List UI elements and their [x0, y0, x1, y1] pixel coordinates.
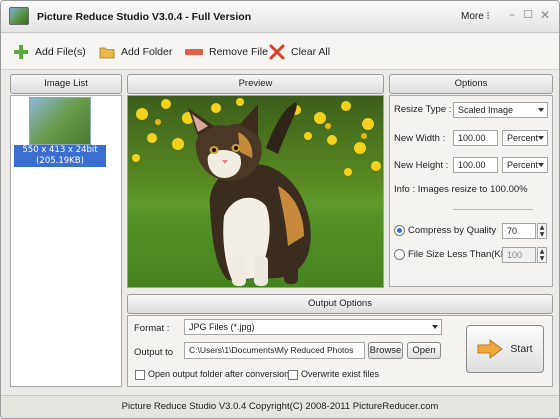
image-thumbnail[interactable] [29, 97, 91, 145]
chevron-down-icon [432, 325, 438, 329]
quality-input[interactable]: 70 [502, 223, 536, 239]
new-height-unit-select[interactable]: Percent [502, 157, 548, 173]
resize-info-text: Info : Images resize to 100.00% [394, 184, 528, 195]
options-header: Options [389, 74, 553, 94]
maximize-icon[interactable]: ☐ [522, 9, 534, 21]
list-item-size: (205.19KB) view4bbb... [35, 156, 85, 177]
overwrite-checkbox[interactable] [288, 370, 298, 380]
remove-file-button[interactable]: Remove File [185, 43, 268, 61]
output-path-input[interactable]: C:\Users\1\Documents\My Reduced Photos [184, 342, 365, 359]
output-options-header: Output Options [127, 294, 553, 314]
resize-type-label: Resize Type : [394, 104, 452, 115]
new-width-unit-select[interactable]: Percent [502, 130, 548, 146]
close-icon[interactable]: ✕ [539, 9, 551, 21]
remove-bar-icon [185, 44, 203, 60]
new-width-input[interactable]: 100.00 [453, 130, 498, 146]
stepper-up-icon[interactable]: ▲ [538, 248, 546, 255]
plus-icon [13, 44, 29, 60]
add-folder-label: Add Folder [121, 46, 173, 58]
folder-icon [99, 44, 115, 60]
chevron-down-icon [538, 136, 544, 140]
app-window: Picture Reduce Studio V3.0.4 - Full Vers… [0, 0, 560, 419]
new-height-label: New Height : [394, 160, 449, 171]
output-to-label: Output to [134, 347, 174, 358]
list-item[interactable]: 550 x 413 x 24bit (205.19KB) view4bbb... [14, 145, 106, 177]
file-size-radio[interactable] [394, 249, 405, 260]
compress-quality-radio[interactable] [394, 225, 405, 236]
add-files-button[interactable]: Add File(s) [13, 43, 86, 61]
chevron-down-icon [538, 108, 544, 112]
toolbar: Add File(s) Add Folder Remove File Clear… [1, 34, 559, 70]
open-button[interactable]: Open [407, 342, 441, 359]
stepper-down-icon[interactable]: ▼ [538, 231, 546, 238]
overwrite-label: Overwrite exist files [301, 369, 380, 379]
browse-button[interactable]: Browse [368, 342, 403, 359]
open-folder-checkbox[interactable] [135, 370, 145, 380]
image-list-header: Image List [10, 74, 122, 94]
start-label: Start [510, 343, 533, 355]
format-select[interactable]: JPG Files (*.jpg) [184, 319, 442, 335]
new-height-input[interactable]: 100.00 [453, 157, 498, 173]
new-width-unit-value: Percent [507, 133, 539, 143]
preview-image [127, 95, 384, 288]
quality-stepper[interactable]: ▲ ▼ [537, 223, 547, 239]
app-logo-icon [9, 7, 29, 25]
add-files-label: Add File(s) [35, 46, 86, 58]
preview-header: Preview [127, 74, 384, 94]
format-value: JPG Files (*.jpg) [189, 322, 255, 332]
divider [453, 209, 533, 210]
clear-all-label: Clear All [291, 46, 331, 58]
window-title: Picture Reduce Studio V3.0.4 - Full Vers… [37, 11, 252, 23]
resize-type-value: Scaled Image [458, 105, 514, 115]
compress-quality-label: Compress by Quality [408, 225, 497, 236]
format-label: Format : [134, 323, 170, 334]
more-menu-button[interactable]: More ⁝ [461, 11, 490, 22]
minimize-icon[interactable]: – [506, 9, 518, 21]
resize-type-select[interactable]: Scaled Image [453, 102, 548, 118]
new-width-label: New Width : [394, 133, 446, 144]
stepper-down-icon[interactable]: ▼ [538, 255, 546, 262]
chevron-down-icon [538, 163, 544, 167]
start-button[interactable]: Start [466, 325, 544, 373]
status-bar: Picture Reduce Studio V3.0.4 Copyright(C… [1, 395, 559, 418]
new-height-unit-value: Percent [507, 160, 539, 170]
open-folder-label: Open output folder after conversion [148, 369, 290, 379]
x-icon [269, 44, 285, 60]
remove-file-label: Remove File [209, 46, 268, 58]
clear-all-button[interactable]: Clear All [269, 43, 330, 61]
cat-photo [128, 96, 383, 287]
file-size-label: File Size Less Than(KB) [408, 249, 511, 260]
file-size-stepper[interactable]: ▲ ▼ [537, 247, 547, 263]
add-folder-button[interactable]: Add Folder [99, 43, 172, 61]
title-bar: Picture Reduce Studio V3.0.4 - Full Vers… [1, 1, 559, 33]
arrow-right-icon [477, 339, 504, 359]
file-size-input[interactable]: 100 [502, 247, 536, 263]
stepper-up-icon[interactable]: ▲ [538, 224, 546, 231]
list-item-dimensions: 550 x 413 x 24bit [22, 145, 98, 155]
